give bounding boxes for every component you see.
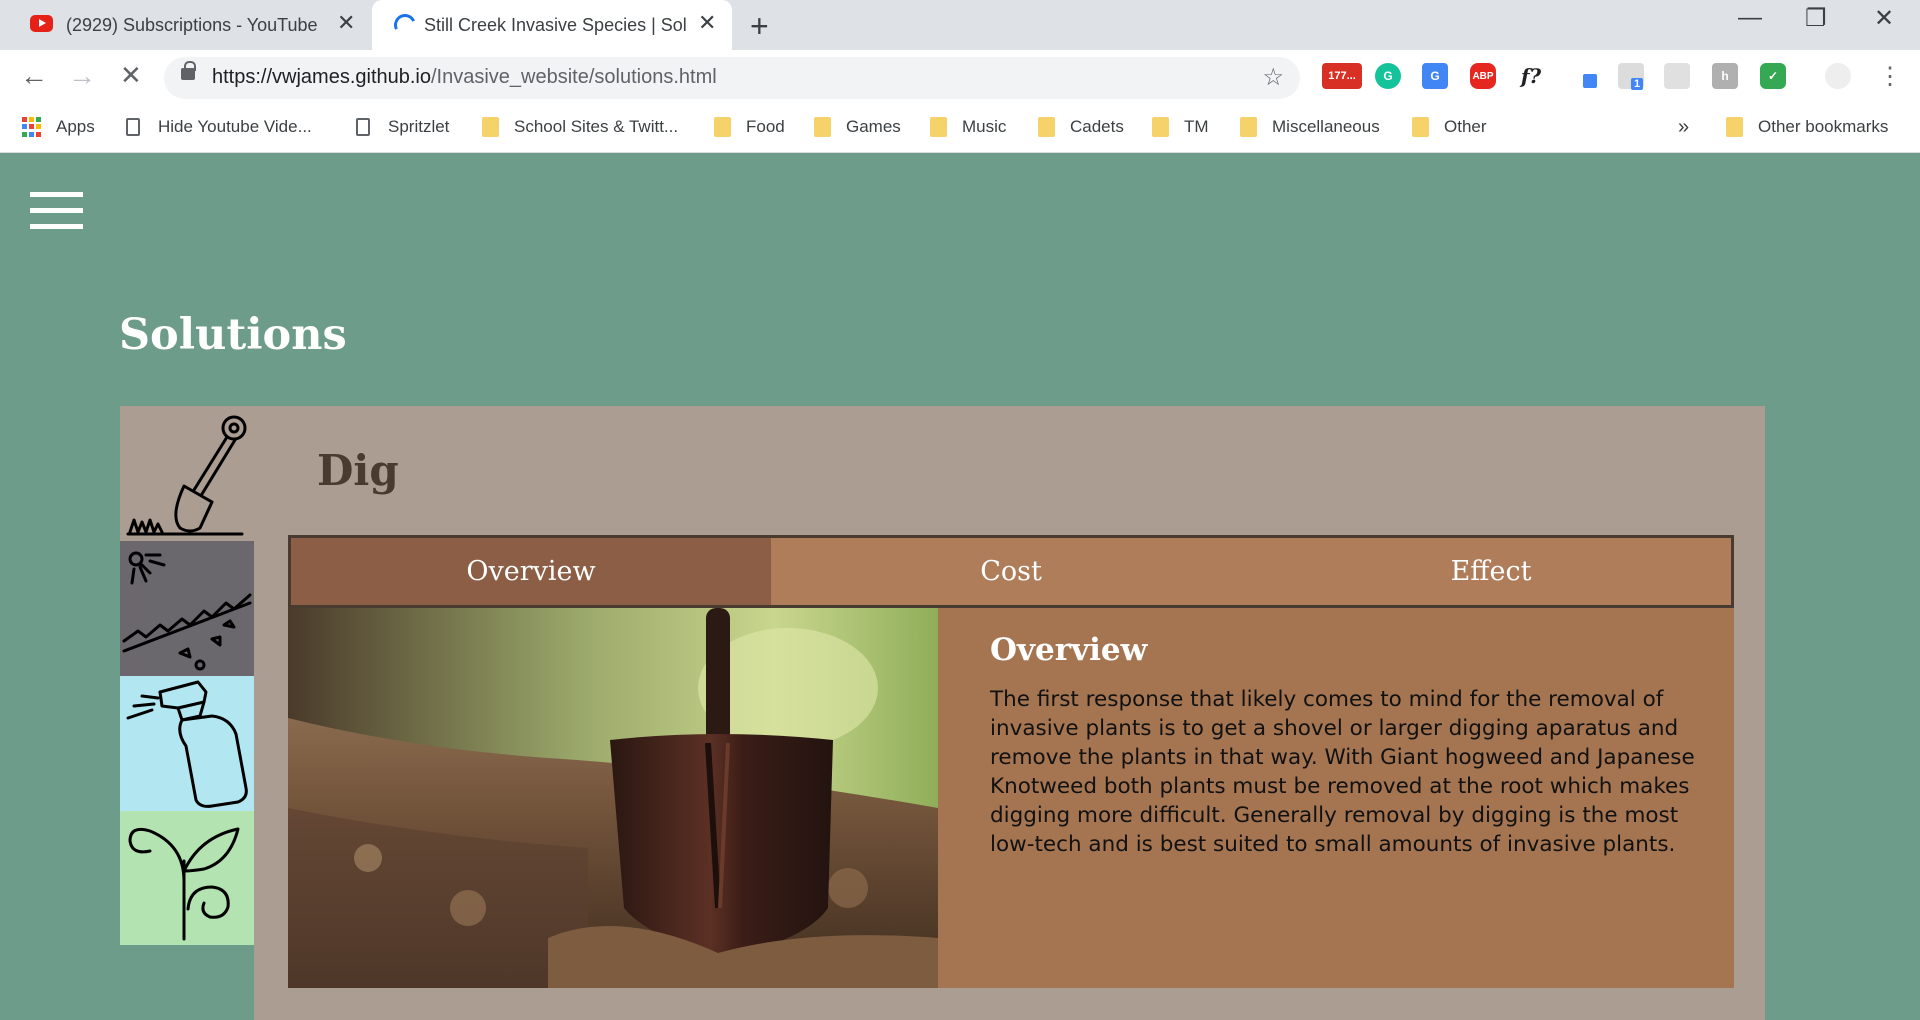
folder-icon: [1152, 117, 1169, 137]
minimize-button[interactable]: —: [1738, 4, 1762, 32]
address-bar[interactable]: https://vwjames.github.io/Invasive_websi…: [164, 57, 1300, 99]
content-text: The first response that likely comes to …: [990, 687, 1695, 857]
spray-bottle-icon[interactable]: [120, 676, 254, 811]
adblock-icon[interactable]: ABP: [1470, 63, 1496, 89]
bookmark-star-icon[interactable]: ☆: [1262, 63, 1284, 92]
folder-icon: [1726, 117, 1743, 137]
apps-grid-icon: [22, 117, 42, 137]
translate-icon[interactable]: G: [1422, 63, 1448, 89]
bookmark-apps[interactable]: Apps: [22, 105, 95, 149]
folder-icon: [482, 117, 499, 137]
tab-youtube[interactable]: (2929) Subscriptions - YouTube ✕: [0, 0, 365, 50]
h-icon[interactable]: h: [1712, 63, 1738, 89]
tab-solutions[interactable]: Still Creek Invasive Species | Solu ✕: [372, 0, 732, 50]
bookmark-spritzlet[interactable]: Spritzlet: [356, 105, 449, 149]
tab-title: (2929) Subscriptions - YouTube: [66, 14, 318, 35]
tab-cost[interactable]: Cost: [771, 538, 1251, 605]
tarp-cover-icon[interactable]: [120, 541, 254, 676]
solution-tabs: Overview Cost Effect: [288, 535, 1734, 608]
folder-icon: [714, 117, 731, 137]
hamburger-menu-icon[interactable]: [30, 192, 83, 229]
tab-effect[interactable]: Effect: [1251, 538, 1731, 605]
bookmark-folder-misc[interactable]: Miscellaneous: [1240, 105, 1380, 149]
close-tab-icon[interactable]: ✕: [698, 10, 716, 36]
shovel-in-soil-photo: [288, 608, 938, 988]
folder-icon: [814, 117, 831, 137]
solution-icon-sidebar: [120, 406, 254, 946]
bookmark-hide-youtube[interactable]: Hide Youtube Vide...: [126, 105, 312, 149]
page-title: Solutions: [119, 310, 347, 360]
bookmarks-overflow-button[interactable]: »: [1678, 105, 1689, 149]
gmail-icon[interactable]: 177...: [1322, 63, 1362, 89]
shovel-icon[interactable]: [120, 406, 254, 541]
grammarly-icon[interactable]: G: [1375, 63, 1401, 89]
close-tab-icon[interactable]: ✕: [337, 10, 355, 36]
loading-spinner-icon: [390, 10, 420, 40]
other-bookmarks[interactable]: Other bookmarks: [1726, 105, 1888, 149]
bookmark-folder-cadets[interactable]: Cadets: [1038, 105, 1124, 149]
youtube-icon: [30, 15, 53, 32]
folder-icon: [1240, 117, 1257, 137]
new-tab-button[interactable]: +: [750, 8, 769, 45]
lock-icon: [181, 61, 196, 80]
bookmark-folder-music[interactable]: Music: [930, 105, 1006, 149]
url-text[interactable]: https://vwjames.github.io/Invasive_websi…: [212, 66, 717, 89]
bookmark-folder-other[interactable]: Other: [1412, 105, 1487, 149]
folder-icon: [1038, 117, 1055, 137]
folder-icon: [930, 117, 947, 137]
bookmarks-bar: Apps Hide Youtube Vide... Spritzlet Scho…: [0, 105, 1920, 153]
sidebar-gap: [120, 945, 254, 1020]
tab-strip: (2929) Subscriptions - YouTube ✕ Still C…: [0, 0, 1920, 50]
page-icon: [126, 118, 140, 136]
restore-button[interactable]: ❐: [1805, 4, 1827, 33]
eyedropper-icon[interactable]: [1572, 63, 1598, 89]
folder-icon: [1412, 117, 1429, 137]
close-window-button[interactable]: ✕: [1874, 4, 1894, 33]
shield-check-icon[interactable]: ✓: [1760, 63, 1786, 89]
bookmark-folder-games[interactable]: Games: [814, 105, 901, 149]
back-button[interactable]: ←: [20, 60, 48, 92]
stop-loading-button[interactable]: ✕: [120, 60, 142, 91]
tab-overview[interactable]: Overview: [291, 538, 771, 605]
bookmark-folder-school[interactable]: School Sites & Twitt...: [482, 105, 678, 149]
bookmark-folder-food[interactable]: Food: [714, 105, 785, 149]
cube-icon[interactable]: [1664, 63, 1690, 89]
menu-kebab-icon[interactable]: ⋮: [1878, 62, 1902, 91]
profile-avatar[interactable]: [1825, 63, 1851, 89]
content-title: Overview: [990, 632, 1148, 668]
formula-icon[interactable]: f?: [1518, 63, 1544, 89]
forward-button[interactable]: →: [68, 60, 96, 92]
sprout-icon[interactable]: [120, 811, 254, 946]
tab-title: Still Creek Invasive Species | Solu: [424, 14, 686, 35]
page-icon: [356, 118, 370, 136]
s-badge-icon[interactable]: 1: [1618, 63, 1644, 90]
bookmark-folder-tm[interactable]: TM: [1152, 105, 1209, 149]
solution-heading: Dig: [317, 446, 399, 495]
tab-content-panel: Overview The first response that likely …: [938, 608, 1734, 988]
browser-toolbar: ← → ✕ https://vwjames.github.io/Invasive…: [0, 50, 1920, 105]
